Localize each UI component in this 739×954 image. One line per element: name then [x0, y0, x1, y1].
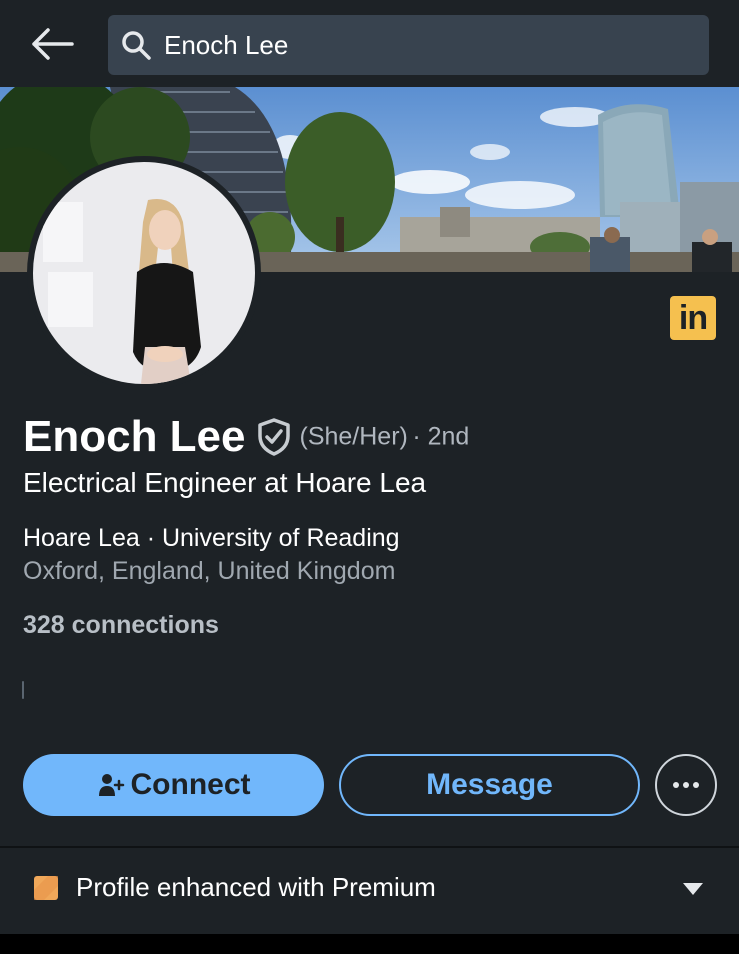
more-button[interactable]	[655, 754, 717, 816]
connections-count[interactable]: 328 connections	[23, 611, 219, 640]
more-icon	[673, 782, 699, 788]
pronouns: (She/Her)	[299, 422, 408, 451]
message-label: Message	[426, 768, 553, 801]
premium-label: Profile enhanced with Premium	[76, 872, 436, 902]
message-button[interactable]: Message	[339, 754, 640, 816]
profile-headline: Electrical Engineer at Hoare Lea	[23, 467, 427, 498]
scroll-mark	[22, 681, 24, 699]
back-arrow-icon[interactable]	[28, 26, 76, 62]
profile-location: Oxford, England, United Kingdom	[23, 557, 396, 585]
connection-degree: · 2nd	[412, 422, 470, 451]
premium-banner[interactable]: Profile enhanced with Premium	[0, 848, 739, 934]
chevron-down-icon[interactable]	[682, 882, 704, 896]
bottom-edge	[0, 934, 739, 954]
top-bar	[0, 0, 739, 87]
search-bar[interactable]	[108, 15, 709, 75]
search-input[interactable]	[164, 15, 684, 75]
name-row: Enoch Lee (She/Her) · 2nd	[23, 412, 469, 464]
connect-button[interactable]: Connect	[23, 754, 324, 816]
premium-icon	[34, 876, 58, 900]
search-icon	[122, 31, 151, 60]
linkedin-icon: in	[670, 296, 716, 340]
profile-photo[interactable]	[27, 156, 261, 390]
add-person-icon	[98, 774, 124, 796]
verified-shield-icon[interactable]	[254, 417, 294, 457]
connect-label: Connect	[130, 768, 251, 801]
profile-name: Enoch Lee	[23, 412, 246, 461]
company-education[interactable]: Hoare Lea · University of Reading	[23, 524, 400, 553]
